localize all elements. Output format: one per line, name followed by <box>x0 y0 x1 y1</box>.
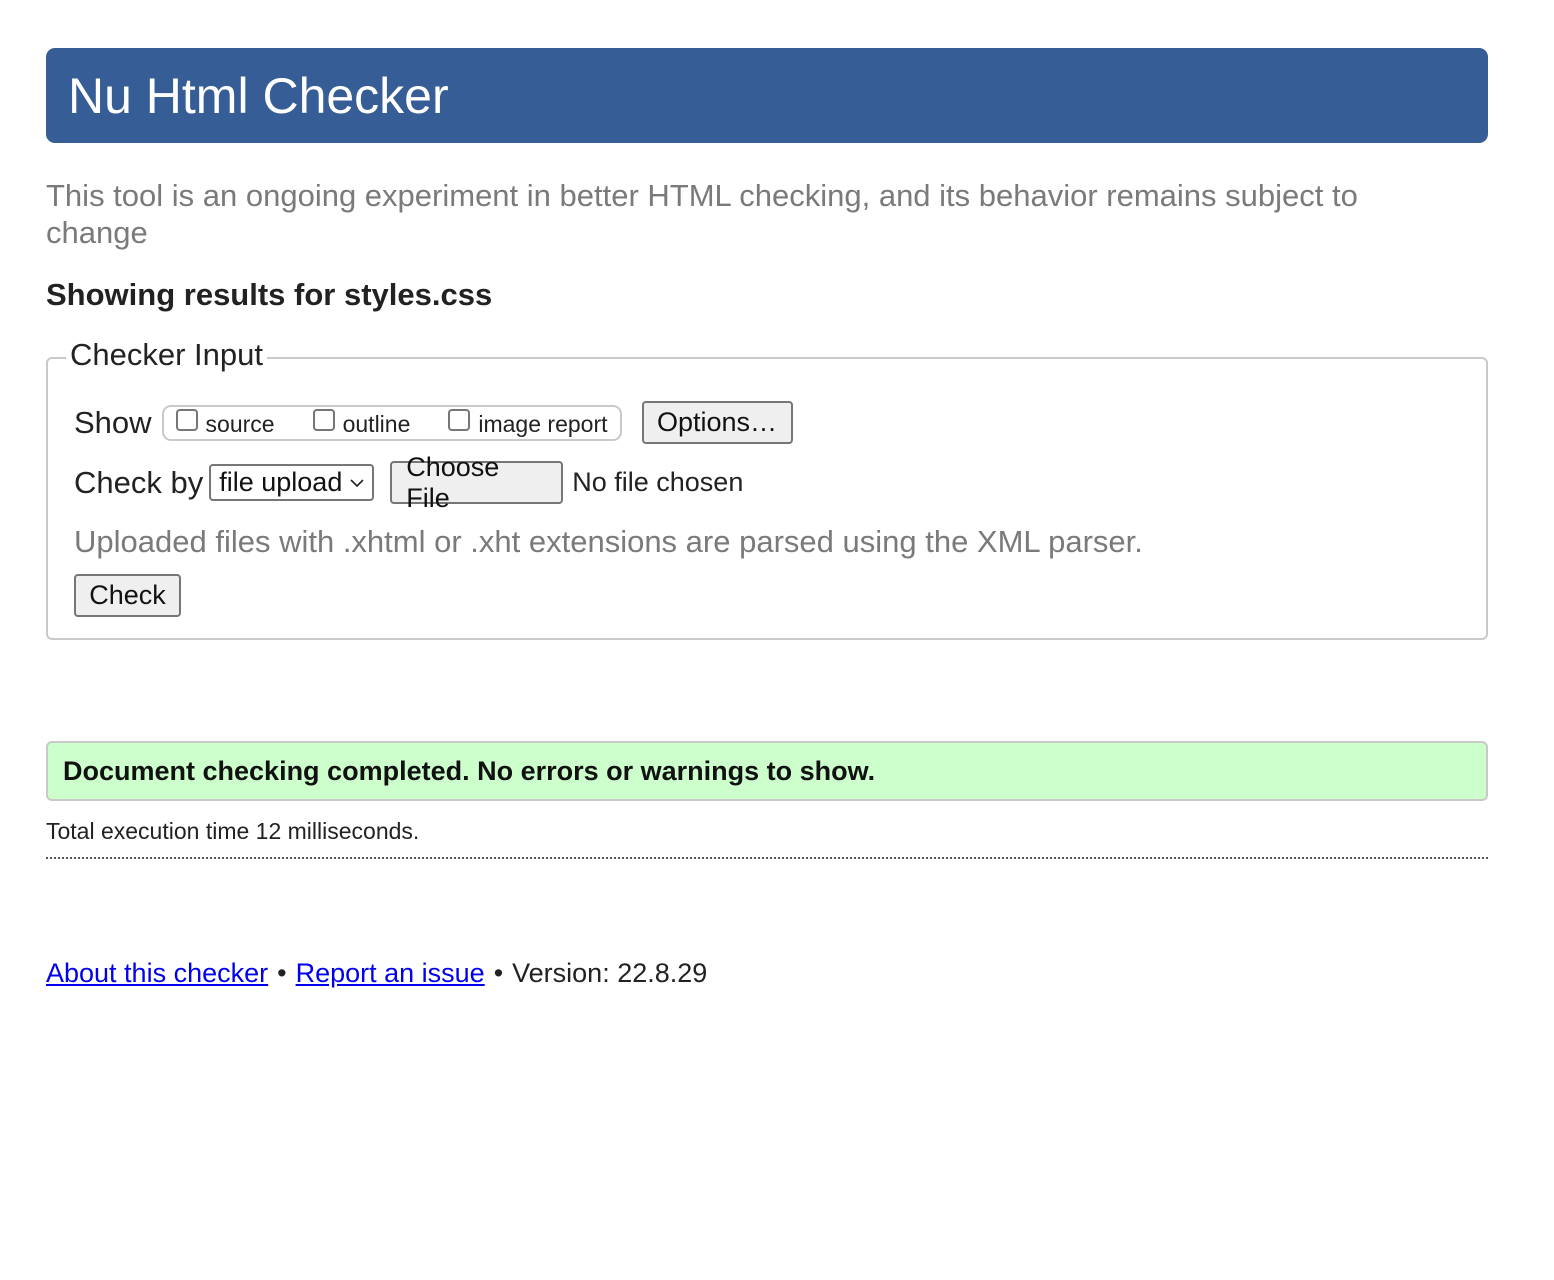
show-image-report-option[interactable]: image report <box>448 407 608 438</box>
chevron-down-icon <box>350 476 364 490</box>
xml-parser-note: Uploaded files with .xhtml or .xht exten… <box>74 524 1143 559</box>
check-by-label: Check by <box>74 464 204 500</box>
check-button[interactable]: Check <box>74 574 181 617</box>
no-file-chosen-text: No file chosen <box>572 467 744 497</box>
show-label: Show <box>74 404 152 440</box>
image-report-checkbox-label[interactable]: image report <box>478 411 607 438</box>
outline-checkbox[interactable] <box>312 408 335 431</box>
source-checkbox-label[interactable]: source <box>206 411 275 438</box>
checker-input-fieldset: Checker Input Show source outline image … <box>46 337 1488 640</box>
footer-separator: • <box>277 958 287 988</box>
success-message: Document checking completed. No errors o… <box>46 741 1488 801</box>
results-heading: Showing results for styles.css <box>46 277 493 312</box>
execution-time-text: Total execution time 12 milliseconds. <box>46 818 420 844</box>
choose-file-button[interactable]: Choose File <box>390 452 564 513</box>
check-by-row: Check by file upload Choose File No file… <box>74 452 744 513</box>
show-options-group: source outline image report <box>161 404 622 441</box>
show-source-option[interactable]: source <box>175 407 275 438</box>
outline-checkbox-label[interactable]: outline <box>343 411 411 438</box>
options-button[interactable]: Options… <box>641 401 793 444</box>
dotted-divider <box>46 857 1488 859</box>
check-by-select[interactable]: file upload <box>209 464 375 501</box>
about-checker-link[interactable]: About this checker <box>46 958 268 989</box>
page-title: Nu Html Checker <box>68 67 449 124</box>
page: Nu Html Checker This tool is an ongoing … <box>46 48 1488 988</box>
check-by-selected-value: file upload <box>219 467 343 497</box>
show-row: Show source outline image report Options… <box>74 401 793 444</box>
footer-separator: • <box>493 958 504 988</box>
show-outline-option[interactable]: outline <box>312 407 411 438</box>
checker-input-legend: Checker Input <box>66 337 267 373</box>
footer: About this checker • Report an issue • V… <box>46 958 707 989</box>
source-checkbox[interactable] <box>175 408 198 431</box>
report-issue-link[interactable]: Report an issue <box>296 958 485 989</box>
page-header: Nu Html Checker <box>46 48 1488 143</box>
version-text: Version: 22.8.29 <box>512 958 708 988</box>
image-report-checkbox[interactable] <box>448 408 471 431</box>
intro-text: This tool is an ongoing experiment in be… <box>46 178 1358 250</box>
